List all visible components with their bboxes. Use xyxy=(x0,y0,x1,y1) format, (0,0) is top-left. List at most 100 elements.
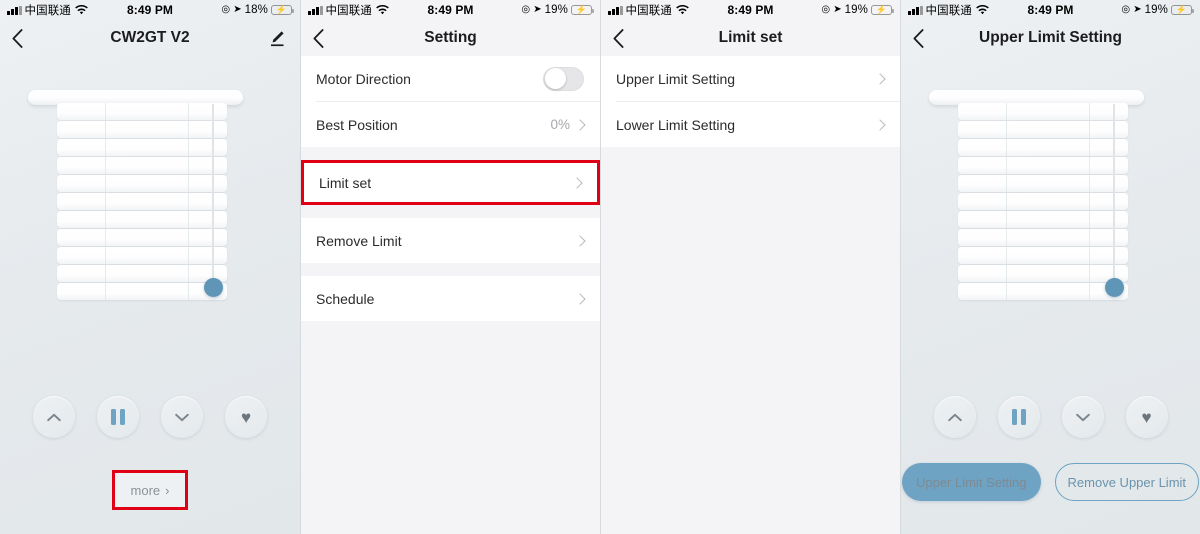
battery-charging-icon: ⚡ xyxy=(1171,4,1194,16)
back-button[interactable] xyxy=(913,27,933,49)
pause-icon xyxy=(111,409,125,425)
blind-slats xyxy=(958,103,1128,301)
blind-slats xyxy=(57,103,227,301)
status-left: 中国联通 xyxy=(908,2,989,18)
alarm-icon: ◎ xyxy=(821,4,831,15)
status-right: ◎ ➤ 19% ⚡ xyxy=(1121,4,1194,16)
row-label: Remove Limit xyxy=(316,232,402,249)
more-button-wrapper: more › xyxy=(0,470,300,510)
up-button[interactable] xyxy=(933,396,976,438)
wifi-icon xyxy=(75,5,88,15)
page-title: CW2GT V2 xyxy=(110,29,190,46)
motor-direction-toggle[interactable] xyxy=(543,66,584,91)
status-bar: 中国联通 8:49 PM ◎ ➤ 19% ⚡ xyxy=(601,0,900,20)
panel-limit-set: 中国联通 8:49 PM ◎ ➤ 19% ⚡ Limit set Upper L… xyxy=(600,0,900,534)
settings-group-4: Schedule xyxy=(301,276,600,321)
row-label: Motor Direction xyxy=(316,70,411,87)
group-spacer xyxy=(301,263,600,276)
down-button[interactable] xyxy=(1061,396,1104,438)
nav-bar: Upper Limit Setting xyxy=(901,20,1200,56)
row-label: Schedule xyxy=(316,290,375,307)
row-upper-limit-setting[interactable]: Upper Limit Setting xyxy=(601,56,900,101)
edit-pencil-icon[interactable] xyxy=(266,27,288,49)
panel-upper-limit-setting: 中国联通 8:49 PM ◎ ➤ 19% ⚡ Upper Limit Setti… xyxy=(900,0,1200,534)
status-right: ◎ ➤ 19% ⚡ xyxy=(521,4,594,16)
location-arrow-icon: ➤ xyxy=(833,4,842,15)
group-spacer xyxy=(301,205,600,218)
pause-button[interactable] xyxy=(97,396,139,438)
pause-icon xyxy=(1011,409,1026,425)
battery-percent: 19% xyxy=(544,4,568,16)
row-best-position[interactable]: Best Position 0% xyxy=(301,102,600,147)
nav-bar: CW2GT V2 xyxy=(0,20,300,56)
row-label: Best Position xyxy=(316,116,398,133)
wifi-icon xyxy=(376,5,389,15)
row-label: Upper Limit Setting xyxy=(616,70,736,87)
settings-group-3: Remove Limit xyxy=(301,218,600,263)
alarm-icon: ◎ xyxy=(1121,4,1131,15)
row-schedule[interactable]: Schedule xyxy=(301,276,600,321)
row-remove-limit[interactable]: Remove Limit xyxy=(301,218,600,263)
battery-charging-icon: ⚡ xyxy=(271,4,294,16)
battery-charging-icon: ⚡ xyxy=(571,4,594,16)
heart-icon: ♥ xyxy=(240,407,252,427)
location-arrow-icon: ➤ xyxy=(233,4,242,15)
row-limit-set[interactable]: Limit set xyxy=(304,163,597,202)
status-bar: 中国联通 8:49 PM ◎ ➤ 18% ⚡ xyxy=(0,0,300,20)
chevron-right-icon xyxy=(874,118,886,131)
back-button[interactable] xyxy=(613,27,633,49)
carrier-label: 中国联通 xyxy=(625,5,672,17)
status-right: ◎ ➤ 19% ⚡ xyxy=(821,4,894,16)
signal-bars-icon xyxy=(308,5,323,15)
blind-position-handle[interactable] xyxy=(204,278,223,297)
best-position-value: 0% xyxy=(550,117,570,132)
signal-bars-icon xyxy=(7,5,22,15)
blind-cord xyxy=(212,104,214,282)
carrier-label: 中国联通 xyxy=(925,5,972,17)
blind-position-handle[interactable] xyxy=(1105,278,1124,297)
nav-bar: Setting xyxy=(301,20,600,56)
panel-setting: 中国联通 8:49 PM ◎ ➤ 19% ⚡ Setting Motor Dir… xyxy=(300,0,600,534)
row-lower-limit-setting[interactable]: Lower Limit Setting xyxy=(601,102,900,147)
down-button[interactable] xyxy=(161,396,203,438)
heart-icon: ♥ xyxy=(1141,407,1152,427)
favorite-button[interactable]: ♥ xyxy=(225,396,267,438)
window-blind-icon xyxy=(0,90,300,350)
control-button-row: ♥ xyxy=(901,396,1200,438)
panel-device-control: 中国联通 8:49 PM ◎ ➤ 18% ⚡ CW2GT V2 ♥ more › xyxy=(0,0,300,534)
limit-action-buttons: Upper Limit Setting Remove Upper Limit xyxy=(901,463,1200,501)
location-arrow-icon: ➤ xyxy=(1133,4,1142,15)
carrier-label: 中国联通 xyxy=(325,5,372,17)
signal-bars-icon xyxy=(908,5,923,15)
remove-upper-limit-button[interactable]: Remove Upper Limit xyxy=(1054,463,1200,501)
back-button[interactable] xyxy=(313,27,333,49)
more-button[interactable]: more › xyxy=(112,470,188,510)
nav-bar: Limit set xyxy=(601,20,900,56)
blind-cord xyxy=(1113,104,1115,282)
chevron-right-icon xyxy=(574,292,586,305)
status-bar: 中国联通 8:49 PM ◎ ➤ 19% ⚡ xyxy=(901,0,1200,20)
upper-limit-setting-button[interactable]: Upper Limit Setting xyxy=(901,463,1041,501)
wifi-icon xyxy=(976,5,989,15)
back-button[interactable] xyxy=(12,27,32,49)
settings-group-1: Motor Direction Best Position 0% xyxy=(301,56,600,147)
page-title: Limit set xyxy=(718,29,783,46)
row-label: Lower Limit Setting xyxy=(616,116,736,133)
status-left: 中国联通 xyxy=(308,2,389,18)
alarm-icon: ◎ xyxy=(221,4,231,15)
page-title: Upper Limit Setting xyxy=(979,29,1122,46)
status-bar: 中国联通 8:49 PM ◎ ➤ 19% ⚡ xyxy=(301,0,600,20)
battery-charging-icon: ⚡ xyxy=(871,4,894,16)
row-motor-direction[interactable]: Motor Direction xyxy=(301,56,600,101)
pause-button[interactable] xyxy=(997,396,1040,438)
control-button-row: ♥ xyxy=(0,396,300,438)
chevron-right-icon: › xyxy=(165,482,170,498)
limit-group: Upper Limit Setting Lower Limit Setting xyxy=(601,56,900,147)
favorite-button[interactable]: ♥ xyxy=(1125,396,1168,438)
up-button[interactable] xyxy=(33,396,75,438)
battery-percent: 19% xyxy=(1144,4,1168,16)
chevron-right-icon xyxy=(874,72,886,85)
window-blind-icon xyxy=(901,90,1200,350)
location-arrow-icon: ➤ xyxy=(533,4,542,15)
wifi-icon xyxy=(676,5,689,15)
